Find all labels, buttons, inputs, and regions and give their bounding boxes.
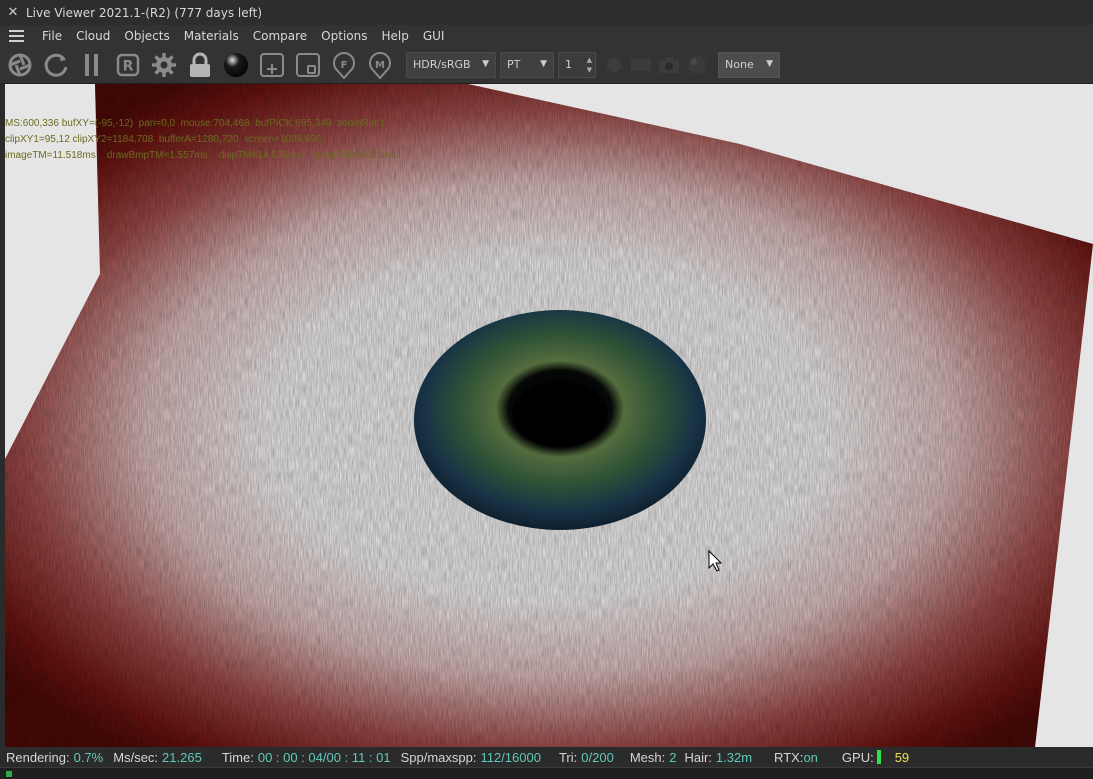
focus-pick-icon[interactable]: F: [328, 49, 360, 81]
kernel-value: PT: [507, 58, 521, 71]
overlay-line-1: MS:600,336 bufXY=(-95,-12) pan=0,0 mouse…: [5, 118, 386, 129]
camera-icon[interactable]: [656, 49, 682, 81]
mssec-value: 21.265: [162, 749, 202, 765]
kernel-select[interactable]: PT ▼: [500, 51, 554, 78]
status-bar: Rendering: 0.7% Ms/sec: 21.265 Time: 00 …: [0, 747, 1093, 767]
pause-icon[interactable]: [76, 49, 108, 81]
menu-gui[interactable]: GUI: [416, 29, 452, 43]
chevron-down-icon: ▼: [766, 58, 773, 69]
overlay-line-2: clipXY1=95,12 clipXY2=1184,708 bufferA=1…: [5, 134, 322, 145]
window-title: Live Viewer 2021.1-(R2) (777 days left): [26, 5, 263, 20]
render-viewport[interactable]: MS:600,336 bufXY=(-95,-12) pan=0,0 mouse…: [5, 84, 1093, 747]
chevron-down-icon: ▼: [540, 58, 547, 69]
compare-select[interactable]: None ▼: [718, 51, 780, 78]
restart-icon[interactable]: [40, 49, 72, 81]
gpu-label: GPU:: [841, 749, 874, 765]
rtx-label: RTX:: [774, 749, 804, 765]
menu-help[interactable]: Help: [374, 29, 415, 43]
chevron-down-icon: ▼: [482, 58, 489, 69]
shade-sphere-icon[interactable]: [684, 49, 710, 81]
menu-objects[interactable]: Objects: [117, 29, 176, 43]
svg-text:M: M: [375, 60, 385, 71]
progress-indicator: [6, 771, 12, 777]
time-value: 00 : 00 : 04/00 : 11 : 01: [257, 749, 391, 765]
title-bar: ✕ Live Viewer 2021.1-(R2) (777 days left…: [0, 0, 1093, 26]
material-pick-icon[interactable]: M: [364, 49, 396, 81]
svg-text:R: R: [123, 58, 134, 74]
mesh-label: Mesh:: [629, 749, 666, 765]
film-icon[interactable]: [628, 49, 654, 81]
menu-bar: File Cloud Objects Materials Compare Opt…: [0, 25, 1093, 46]
tri-value: 0/200: [581, 749, 614, 765]
tonemap-value: HDR/sRGB: [413, 58, 471, 71]
bottom-strip: [0, 767, 1093, 779]
shutter-icon[interactable]: [4, 49, 36, 81]
gpu-value: 59: [894, 749, 910, 765]
spp-label: Spp/maxspp:: [400, 749, 477, 765]
rtx-value: on: [803, 749, 818, 765]
rendering-label: Rendering:: [6, 749, 70, 765]
layer-value: 1: [565, 58, 572, 71]
svg-text:F: F: [341, 60, 348, 71]
mssec-label: Ms/sec:: [113, 749, 159, 765]
menu-options[interactable]: Options: [314, 29, 374, 43]
settings-gear-icon[interactable]: [148, 49, 180, 81]
layer-spinbox[interactable]: 1 ▲ ▼: [558, 51, 596, 78]
close-icon[interactable]: ✕: [0, 5, 26, 20]
compare-value: None: [725, 58, 754, 71]
dark-sphere-icon[interactable]: [602, 49, 626, 81]
mesh-value: 2: [669, 749, 677, 765]
hair-label: Hair:: [684, 749, 712, 765]
toolbar: R F M HDR/sRGB ▼ PT ▼ 1 ▲ ▼ None ▼: [0, 46, 1093, 84]
menu-compare[interactable]: Compare: [246, 29, 314, 43]
gpu-usage-bar: [876, 750, 881, 764]
stepper-arrows-icon[interactable]: ▲ ▼: [587, 55, 592, 75]
menu-cloud[interactable]: Cloud: [69, 29, 117, 43]
crop-region-icon[interactable]: [292, 49, 324, 81]
lock-icon[interactable]: [184, 49, 216, 81]
rendering-value: 0.7%: [73, 749, 104, 765]
hamburger-menu-icon[interactable]: [9, 29, 29, 42]
rendered-image: [5, 84, 1093, 747]
menu-file[interactable]: File: [35, 29, 69, 43]
debug-overlay: MS:600,336 bufXY=(-95,-12) pan=0,0 mouse…: [5, 116, 398, 164]
add-region-icon[interactable]: [256, 49, 288, 81]
sphere-icon[interactable]: [220, 49, 252, 81]
spp-value: 112/16000: [480, 749, 541, 765]
overlay-line-3: imageTM=11.518ms. drawBmpTM=1.557ms. dis…: [5, 150, 399, 161]
menu-materials[interactable]: Materials: [177, 29, 246, 43]
hair-value: 1.32m: [715, 749, 753, 765]
tonemap-select[interactable]: HDR/sRGB ▼: [406, 51, 496, 78]
tri-label: Tri:: [558, 749, 578, 765]
time-label: Time:: [221, 749, 254, 765]
region-render-icon[interactable]: R: [112, 49, 144, 81]
